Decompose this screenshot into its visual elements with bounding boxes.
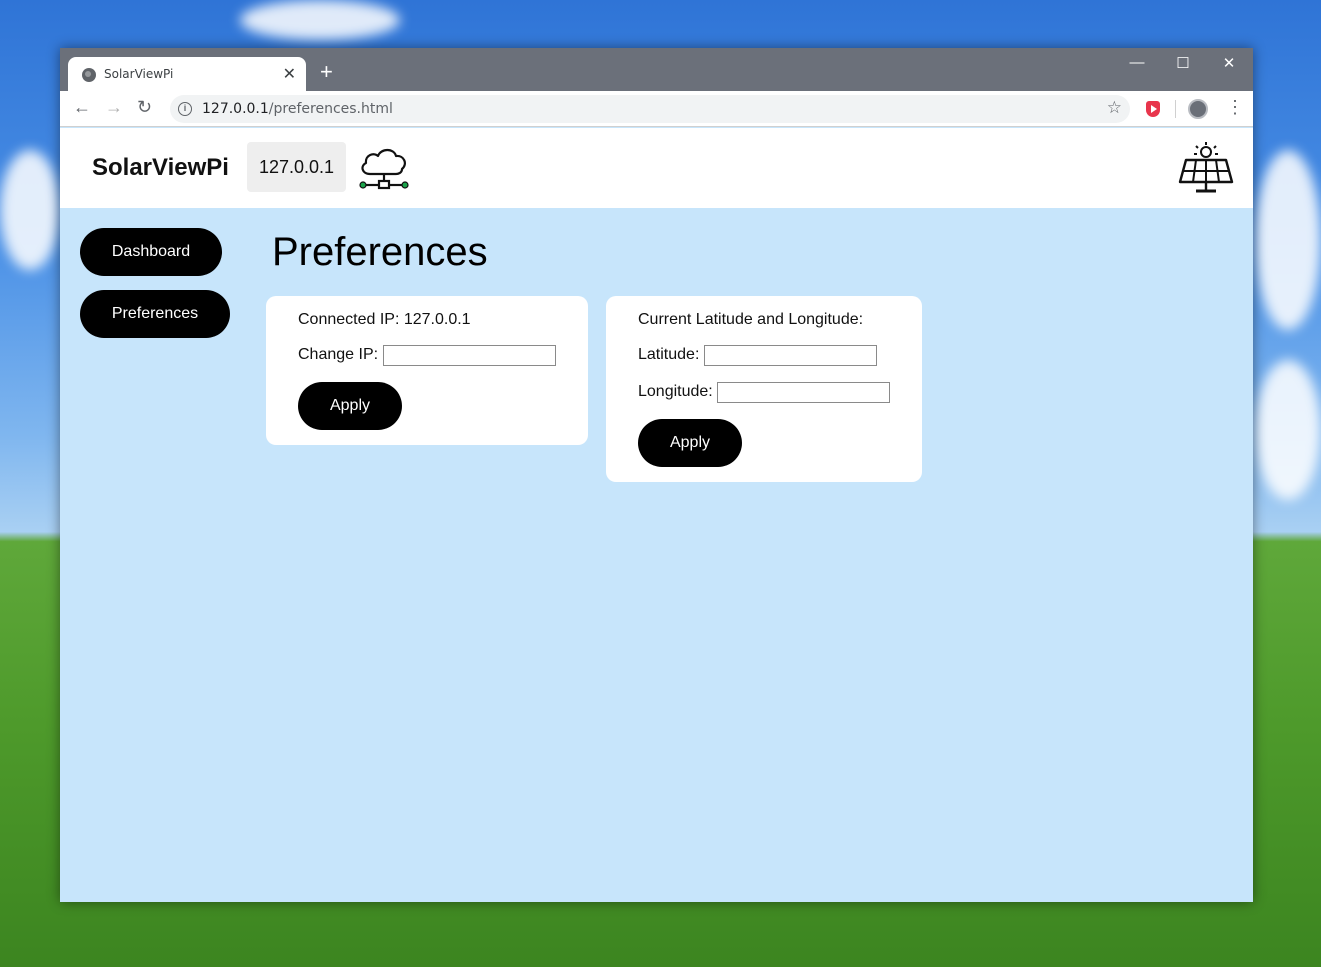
ip-card: Connected IP: 127.0.0.1 Change IP: Apply [266,296,588,445]
minimize-icon[interactable]: — [1114,54,1160,71]
apply-ip-button[interactable]: Apply [298,382,402,430]
sidebar-item-dashboard[interactable]: Dashboard [80,228,222,276]
address-bar[interactable]: i 127.0.0.1/preferences.html ☆ [170,95,1130,123]
desktop-cloud [1255,360,1321,500]
close-window-icon[interactable]: ✕ [1206,54,1252,72]
latitude-input[interactable] [704,345,877,366]
desktop-cloud [0,150,60,270]
browser-titlebar: SolarViewPi ✕ + — ☐ ✕ [60,48,1253,91]
new-tab-button[interactable]: + [320,61,333,83]
change-ip-label: Change IP: [298,346,379,363]
cloud-network-icon [359,148,409,190]
longitude-input[interactable] [717,382,890,403]
apply-location-button[interactable]: Apply [638,419,742,467]
connected-ip-label: Connected IP: 127.0.0.1 [298,311,471,328]
location-card: Current Latitude and Longitude: Latitude… [606,296,922,482]
bookmark-star-icon[interactable]: ☆ [1107,98,1122,118]
app-header: SolarViewPi 127.0.0.1 [60,128,1253,208]
info-icon[interactable]: i [178,102,192,116]
change-ip-input[interactable] [383,345,556,366]
toolbar-divider [1175,100,1176,118]
browser-menu-icon[interactable]: ⋮ [1226,97,1244,118]
browser-tab[interactable]: SolarViewPi ✕ [68,57,306,91]
tab-title: SolarViewPi [104,67,174,81]
tab-close-icon[interactable]: ✕ [283,64,296,84]
solar-panel-icon [1178,142,1234,193]
profile-avatar[interactable] [1188,99,1208,119]
longitude-label: Longitude: [638,383,713,400]
page-title: Preferences [272,230,488,274]
main-content: Dashboard Preferences Preferences Connec… [60,208,1253,902]
url-host: 127.0.0.1 [202,101,269,117]
url-path: /preferences.html [268,101,393,117]
browser-window: SolarViewPi ✕ + — ☐ ✕ ← → ↻ i 127.0.0.1/… [60,48,1253,902]
reload-icon[interactable]: ↻ [137,97,152,118]
back-icon[interactable]: ← [73,97,91,118]
brand-title: SolarViewPi [92,154,229,181]
forward-icon[interactable]: → [105,97,123,118]
latitude-label: Latitude: [638,346,700,363]
browser-toolbar: ← → ↻ i 127.0.0.1/preferences.html ☆ ⋮ [60,91,1253,127]
maximize-icon[interactable]: ☐ [1160,54,1206,72]
globe-icon [82,68,96,82]
address-url[interactable]: 127.0.0.1/preferences.html [202,101,393,117]
desktop-cloud [1255,150,1321,330]
desktop-cloud [240,0,400,40]
location-heading: Current Latitude and Longitude: [638,311,864,328]
sidebar-item-preferences[interactable]: Preferences [80,290,230,338]
ip-badge: 127.0.0.1 [247,142,346,192]
extension-icon[interactable] [1146,101,1160,117]
